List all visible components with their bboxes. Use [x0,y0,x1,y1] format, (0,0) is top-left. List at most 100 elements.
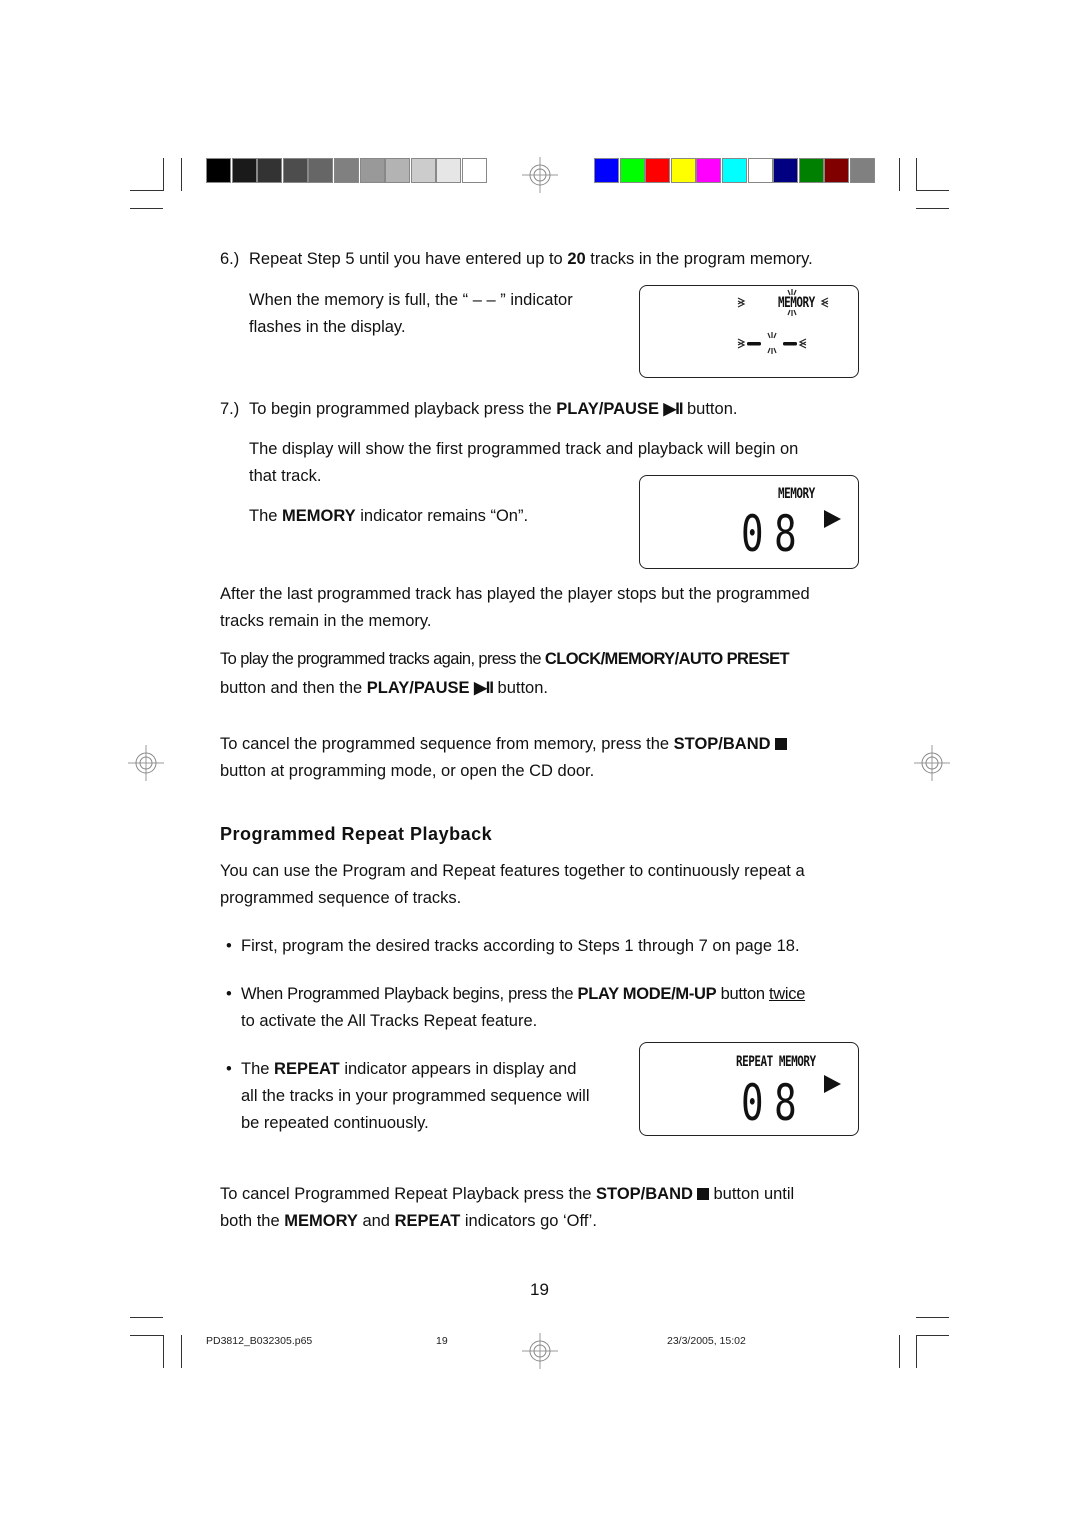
color-swatch [436,158,462,183]
final-para-line-1: To cancel Programmed Repeat Playback pre… [220,1181,794,1208]
after-para-line-2: tracks remain in the memory. [220,612,432,630]
bullet3-before: The [241,1060,275,1078]
final-after: button until [708,1185,795,1203]
replay-para-line-1: To play the programmed tracks again, pre… [220,646,790,673]
footer-timestamp: 23/3/2005, 15:02 [667,1335,746,1347]
color-swatch [308,158,334,183]
step-7-para-line-2: that track. [249,467,322,485]
crop-mark [130,208,163,209]
crop-mark [916,1335,917,1368]
track-number: 08 [741,505,808,563]
crop-mark [899,1335,900,1368]
crop-mark [130,190,163,191]
step-7-text: To begin programmed playback press the P… [249,396,737,423]
crop-mark [899,158,900,191]
bullet-icon: • [226,937,232,955]
play-pause-label: PLAY/PAUSE [366,679,470,697]
play-pause-label: PLAY/PAUSE [556,400,659,418]
note-after: indicator remains “On”. [355,507,529,525]
lcd-display-repeat-memory: REPEAT MEMORY 08 [639,1042,859,1136]
after-para-line-1: After the last programmed track has play… [220,585,810,603]
play-icon [824,1075,841,1093]
lcd-display-memory-full: MEMORY [639,285,859,378]
bullet2-before: When Programmed Playback begins, press t… [241,985,578,1003]
step-7-para-line-1: The display will show the first programm… [249,440,799,458]
color-swatch [206,158,231,183]
color-swatch [670,158,696,183]
registration-mark-icon [128,745,164,781]
bullet-3-line-2: all the tracks in your programmed sequen… [241,1087,590,1105]
color-swatch [231,158,257,183]
step-6-note-line-1: When the memory is full, the “ – – ” ind… [249,291,573,309]
bullet2-underlined: twice [769,985,806,1003]
step-6-text-before: Repeat Step 5 until you have entered up … [249,250,568,268]
crop-mark [916,1335,949,1336]
step-6-note-line-2: flashes in the display. [249,318,406,336]
memory-indicator: MEMORY [778,485,815,502]
color-swatch [410,158,436,183]
final2-before: both the [220,1212,285,1230]
stop-icon [774,738,787,750]
replay-line2-after: button. [492,679,548,697]
bullet-icon: • [226,1060,232,1078]
crop-mark [916,208,949,209]
stop-band-label: STOP/BAND [673,735,771,753]
footer-filename: PD3812_B032305.p65 [206,1335,313,1347]
step-6-text-after: tracks in the program memory. [585,250,813,268]
cancel-para-line-2: button at programming mode, or open the … [220,762,595,780]
step-6-number: 6.) [220,250,240,268]
final-before: To cancel Programmed Repeat Playback pre… [220,1185,597,1203]
crop-mark [163,1335,164,1368]
bullet-3-line-1: The REPEAT indicator appears in display … [241,1056,576,1083]
replay-line2-before: button and then the [220,679,367,697]
registration-mark-icon [522,1333,558,1369]
section-title: Programmed Repeat Playback [220,824,493,844]
color-swatch [619,158,645,183]
color-swatch [359,158,385,183]
bullet3-after: indicator appears in display and [339,1060,577,1078]
crop-mark [916,190,949,191]
crop-mark [163,158,164,191]
note-before: The [249,507,283,525]
footer-page: 19 [436,1335,448,1347]
memory-label: MEMORY [284,1212,358,1230]
registration-mark-icon [914,745,950,781]
final2-after: indicators go ‘Off’. [460,1212,597,1230]
replay-before: To play the programmed tracks again, pre… [220,650,545,668]
color-swatch [850,158,875,183]
color-swatch [257,158,283,183]
bullet-2-line-1: When Programmed Playback begins, press t… [241,981,805,1008]
repeat-label: REPEAT [274,1060,340,1078]
page-number: 19 [530,1280,549,1299]
final-para-line-2: both the MEMORY and REPEAT indicators go… [220,1208,597,1235]
play-pause-icon: ▶II [663,400,684,418]
step-7-memory-note: The MEMORY indicator remains “On”. [249,503,528,530]
crop-mark [916,1317,949,1318]
stop-band-label: STOP/BAND [596,1185,693,1203]
color-swatch [722,158,747,183]
final2-mid: and [357,1212,395,1230]
lcd-display-memory-track: MEMORY 08 [639,475,859,569]
step-7-text-before: To begin programmed playback press the [249,400,557,418]
step-7-number: 7.) [220,400,240,418]
color-swatch [594,158,619,183]
color-swatch [696,158,722,183]
bullet-3-line-3: be repeated continuously. [241,1114,429,1132]
repeat-label: REPEAT [394,1212,461,1230]
crop-mark [130,1335,163,1336]
section-intro-line-2: programmed sequence of tracks. [220,889,462,907]
section-intro-line-1: You can use the Program and Repeat featu… [220,862,805,880]
bullet2-mid: button [716,985,770,1003]
clock-memory-label: CLOCK/MEMORY/AUTO PRESET [544,650,790,668]
crop-mark [130,1317,163,1318]
registration-mark-icon [522,157,558,193]
replay-para-line-2: button and then the PLAY/PAUSE ▶II butto… [220,675,548,702]
cancel-para-line-1: To cancel the programmed sequence from m… [220,731,787,758]
color-swatch [824,158,850,183]
step-6-bold: 20 [567,250,586,268]
color-swatch [773,158,799,183]
color-swatch [282,158,308,183]
bullet-1: First, program the desired tracks accord… [241,937,800,955]
color-swatch [385,158,411,183]
play-pause-icon: ▶II [474,679,494,697]
